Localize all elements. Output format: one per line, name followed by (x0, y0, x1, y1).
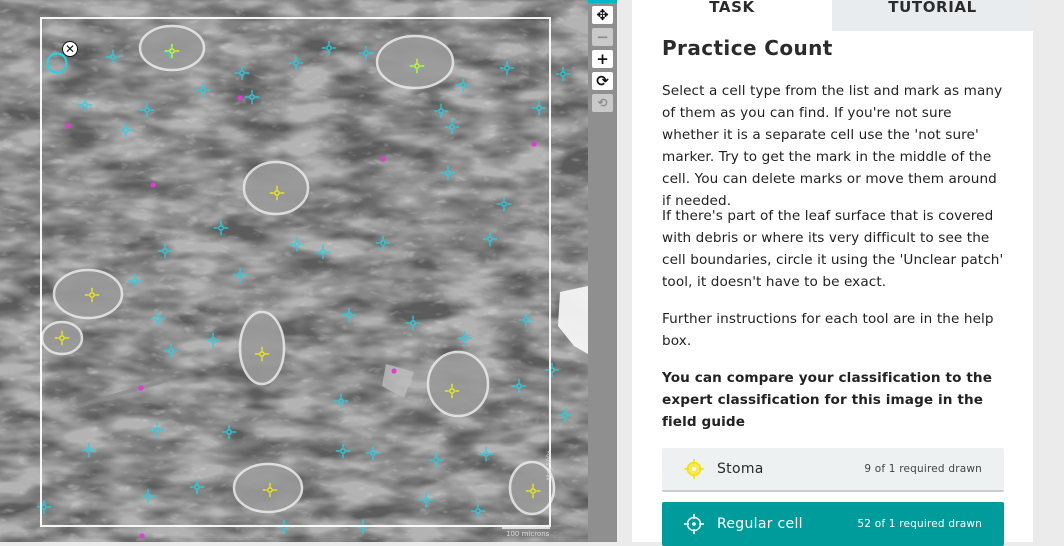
rotate-icon[interactable]: ⟳ (592, 72, 613, 90)
crosshair-icon (684, 514, 704, 534)
not-sure-marker[interactable] (531, 141, 537, 147)
not-sure-marker[interactable] (391, 368, 397, 374)
not-sure-marker[interactable] (150, 182, 156, 188)
instruction-paragraph: Select a cell type from the list and mar… (662, 83, 1003, 209)
tab-task-label: TASK (709, 0, 755, 16)
field-guide-note: You can compare your classification to t… (662, 370, 993, 430)
not-sure-marker[interactable] (139, 533, 145, 539)
refresh-icon[interactable]: ⟲ (592, 94, 613, 112)
not-sure-marker[interactable] (138, 385, 144, 391)
scale-bar (502, 527, 550, 529)
scale-label: 100 microns (506, 530, 550, 538)
tab-tutorial[interactable]: TUTORIAL (832, 0, 1033, 31)
tool-count: 9 of 1 required drawn (864, 463, 982, 475)
task-panel: TASK TUTORIAL Practice Count Select a ce… (632, 0, 1033, 546)
move-arrows-icon[interactable]: ✥ (592, 6, 613, 24)
task-title: Practice Count (662, 36, 833, 60)
micrograph-image[interactable] (0, 0, 588, 542)
not-sure-marker[interactable] (237, 95, 243, 101)
tool-label: Stoma (717, 461, 764, 477)
close-icon[interactable]: ✕ (62, 41, 78, 57)
not-sure-marker[interactable] (65, 123, 71, 129)
viewer-toolbar: ✥ − + ⟳ ⟲ (588, 0, 617, 542)
task-tabs: TASK TUTORIAL (632, 0, 1033, 31)
instruction-paragraph: If there's part of the leaf surface that… (662, 208, 1004, 290)
tab-tutorial-label: TUTORIAL (888, 0, 977, 16)
magnification-label: Mag 500x (546, 450, 553, 480)
crosshair-icon (684, 459, 704, 479)
minus-icon[interactable]: − (592, 28, 613, 46)
tab-task[interactable]: TASK (632, 0, 832, 31)
tool-stoma[interactable]: Stoma 9 of 1 required drawn (662, 448, 1004, 492)
not-sure-marker[interactable] (380, 156, 386, 162)
plus-icon[interactable]: + (592, 50, 613, 68)
subject-viewer[interactable]: ✕ 100 microns Mag 500x (0, 0, 588, 542)
tool-count: 52 of 1 required drawn (857, 518, 982, 530)
tool-label: Regular cell (717, 516, 803, 532)
active-tool-indicator (588, 0, 617, 3)
instruction-paragraph: Further instructions for each tool are i… (662, 311, 994, 349)
tool-regular-cell[interactable]: Regular cell 52 of 1 required drawn (662, 502, 1004, 546)
